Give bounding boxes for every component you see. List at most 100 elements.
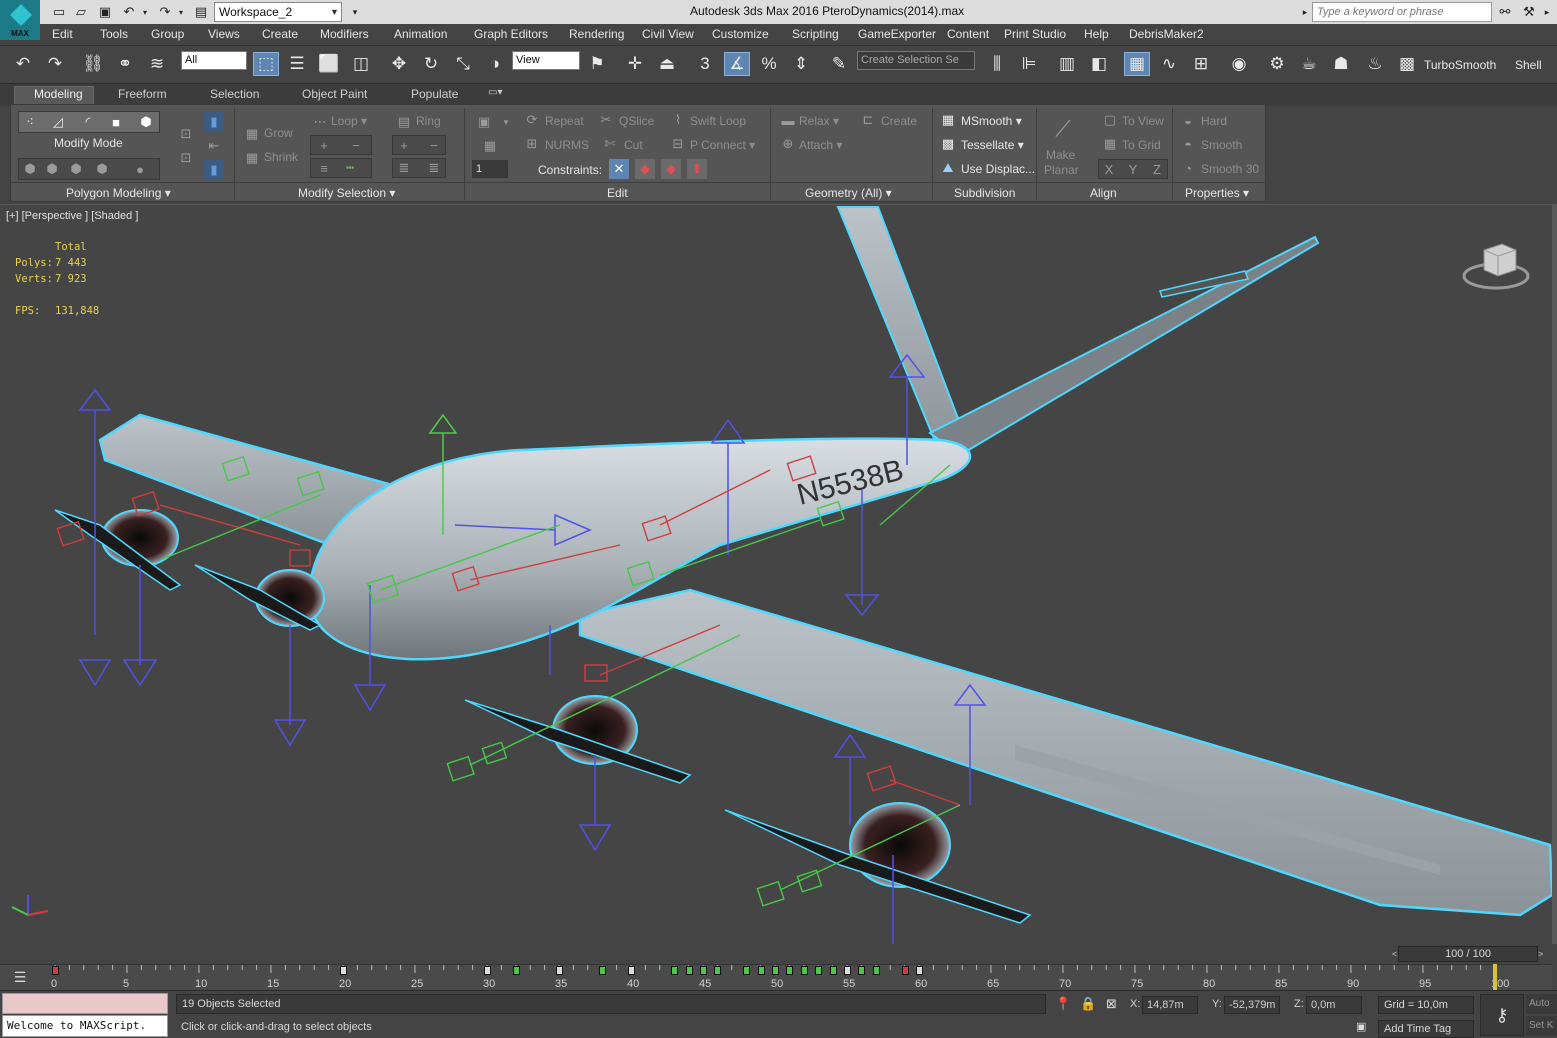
set-key-icon[interactable]: ⚷: [1480, 994, 1524, 1036]
tab-freeform[interactable]: Freeform: [118, 87, 167, 101]
isolate-selection-icon[interactable]: 📍: [1055, 996, 1071, 1012]
smooth-30-icon[interactable]: ◔: [1178, 158, 1198, 178]
pin-stack-icon[interactable]: ●: [130, 159, 150, 179]
qslice-button[interactable]: QSlice: [619, 114, 654, 128]
mini-curve-editor-icon[interactable]: ☰: [0, 964, 40, 990]
tab-selection[interactable]: Selection: [210, 87, 259, 101]
constraint-edge-icon[interactable]: ◆: [635, 159, 655, 179]
absolute-mode-icon[interactable]: ⊠: [1106, 996, 1117, 1012]
tab-modeling[interactable]: Modeling: [34, 87, 83, 101]
border-icon[interactable]: ◜: [78, 112, 98, 132]
keyframe-marker[interactable]: [556, 966, 563, 975]
project-folder-icon[interactable]: ▤: [192, 3, 210, 21]
keyframe-marker[interactable]: [340, 966, 347, 975]
keyframe-marker[interactable]: [844, 966, 851, 975]
dotted-loop-icon[interactable]: ┅: [340, 158, 360, 178]
scene-explorer-icon[interactable]: ▥: [1054, 52, 1080, 76]
bind-space-warp-icon[interactable]: ≋: [144, 52, 170, 76]
chevron-down-icon[interactable]: ▼: [330, 2, 342, 22]
shrink-ring-icon[interactable]: −: [424, 135, 444, 155]
menu-item-tools[interactable]: Tools: [100, 27, 128, 41]
ribbon-options-icon[interactable]: ▭▾: [488, 87, 502, 98]
loop-icon[interactable]: ⋯: [310, 112, 330, 132]
keyframe-marker[interactable]: [858, 966, 866, 975]
attach-button[interactable]: Attach ▾: [799, 138, 842, 152]
select-by-name-icon[interactable]: ☰: [284, 52, 310, 76]
unlink-icon[interactable]: ⚭: [112, 52, 138, 76]
menu-item-views[interactable]: Views: [208, 27, 240, 41]
create-button[interactable]: Create: [881, 114, 917, 128]
auto-key-button[interactable]: Auto: [1526, 994, 1557, 1014]
keyframe-marker[interactable]: [484, 966, 491, 975]
snaps-toggle-icon[interactable]: 3: [692, 52, 718, 76]
preview-subobj-icon[interactable]: ⬢: [42, 159, 62, 179]
angle-snap-icon[interactable]: ∡: [724, 52, 750, 76]
z-coordinate-field[interactable]: 0,0m: [1306, 996, 1362, 1014]
p-connect-icon[interactable]: ⊟: [668, 134, 688, 154]
time-slider-thumb[interactable]: 100 / 100: [1398, 946, 1538, 962]
keyframe-marker[interactable]: [512, 966, 520, 975]
named-selection-sets-field[interactable]: Create Selection Se: [857, 51, 975, 70]
cut-button[interactable]: Cut: [624, 138, 643, 152]
loop-mode-icon[interactable]: ≡: [314, 158, 334, 178]
checker-icon[interactable]: ▩: [1394, 52, 1420, 76]
preserve-uvs-dropdown-icon[interactable]: ▾: [496, 112, 516, 132]
use-soft-selection-icon[interactable]: ▮: [204, 112, 224, 132]
p-connect-button[interactable]: P Connect ▾: [690, 138, 755, 152]
keyframe-marker[interactable]: [743, 966, 751, 975]
align-x-button[interactable]: X: [1099, 159, 1119, 179]
time-slider-track[interactable]: [0, 944, 1557, 964]
menu-item-graph-editors[interactable]: Graph Editors: [474, 27, 548, 41]
keyframe-marker[interactable]: [901, 966, 909, 975]
y-coordinate-field[interactable]: -52,379m: [1224, 996, 1280, 1014]
rendered-frame-window-icon[interactable]: ☕: [1296, 52, 1322, 76]
menu-item-edit[interactable]: Edit: [52, 27, 73, 41]
swift-loop-icon[interactable]: ⌇: [668, 110, 688, 130]
new-file-icon[interactable]: ▭: [50, 3, 68, 21]
keyframe-marker[interactable]: [599, 966, 607, 975]
search-expand-icon[interactable]: ▸: [1300, 3, 1310, 21]
vertex-icon[interactable]: ⁖: [20, 112, 40, 132]
pivot-center-icon[interactable]: ⚑: [584, 52, 610, 76]
maxscript-listener-input[interactable]: [2, 993, 168, 1014]
set-key-button[interactable]: Set K: [1526, 1016, 1557, 1036]
viewport-label-menu[interactable]: [+] [Perspective ] [Shaded ]: [6, 210, 138, 222]
workspace-dropdown[interactable]: Workspace_2: [214, 2, 342, 22]
tweak-icon[interactable]: ▦: [480, 136, 500, 156]
cut-icon[interactable]: ✄: [600, 134, 620, 154]
dotted-ring-icon[interactable]: ≣: [424, 158, 444, 178]
shrink-icon[interactable]: ▦: [242, 148, 262, 168]
shrink-loop-icon[interactable]: −: [346, 135, 366, 155]
redo-dropdown-icon[interactable]: ▾: [176, 3, 186, 21]
hard-button[interactable]: Hard: [1201, 114, 1227, 128]
place-icon[interactable]: ◑: [482, 52, 508, 76]
loop-button[interactable]: Loop ▾: [331, 114, 367, 128]
rotate-icon[interactable]: ↻: [418, 52, 444, 76]
ribbon-toggle-icon[interactable]: ▦: [1124, 52, 1150, 76]
turbosmooth-button[interactable]: TurboSmooth: [1424, 58, 1496, 72]
stack-selection-icon[interactable]: ⇤: [204, 136, 224, 156]
repeat-icon[interactable]: ⟳: [522, 110, 542, 130]
curve-editor-icon[interactable]: ∿: [1156, 52, 1182, 76]
subdivision-panel-title[interactable]: Subdivision: [954, 186, 1015, 200]
mirror-icon[interactable]: ⫼: [984, 52, 1010, 76]
constraint-none-icon[interactable]: ✕: [609, 159, 629, 179]
menu-item-print-studio[interactable]: Print Studio: [1004, 27, 1066, 41]
grow-button[interactable]: Grow: [264, 126, 293, 140]
rectangular-selection-icon[interactable]: ⬜: [316, 52, 342, 76]
search-input[interactable]: Type a keyword or phrase: [1312, 2, 1492, 22]
to-grid-icon[interactable]: ▦: [1100, 134, 1120, 154]
relax-button[interactable]: Relax ▾: [799, 114, 839, 128]
schematic-view-icon[interactable]: ⊞: [1188, 52, 1214, 76]
menu-item-debrismaker2[interactable]: DebrisMaker2: [1129, 27, 1204, 41]
polygon-modeling-panel-title[interactable]: Polygon Modeling ▾: [66, 186, 171, 200]
align-z-button[interactable]: Z: [1147, 159, 1167, 179]
redo-icon[interactable]: ↷: [156, 3, 174, 21]
polygon-icon[interactable]: ■: [106, 112, 126, 132]
shrink-button[interactable]: Shrink: [264, 150, 298, 164]
spinner-field[interactable]: 1: [472, 160, 508, 178]
make-planar-icon[interactable]: ⟋: [1050, 114, 1076, 144]
menu-item-create[interactable]: Create: [262, 27, 298, 41]
repeat-button[interactable]: Repeat: [545, 114, 584, 128]
time-tag-icon[interactable]: ▣: [1356, 1020, 1366, 1033]
